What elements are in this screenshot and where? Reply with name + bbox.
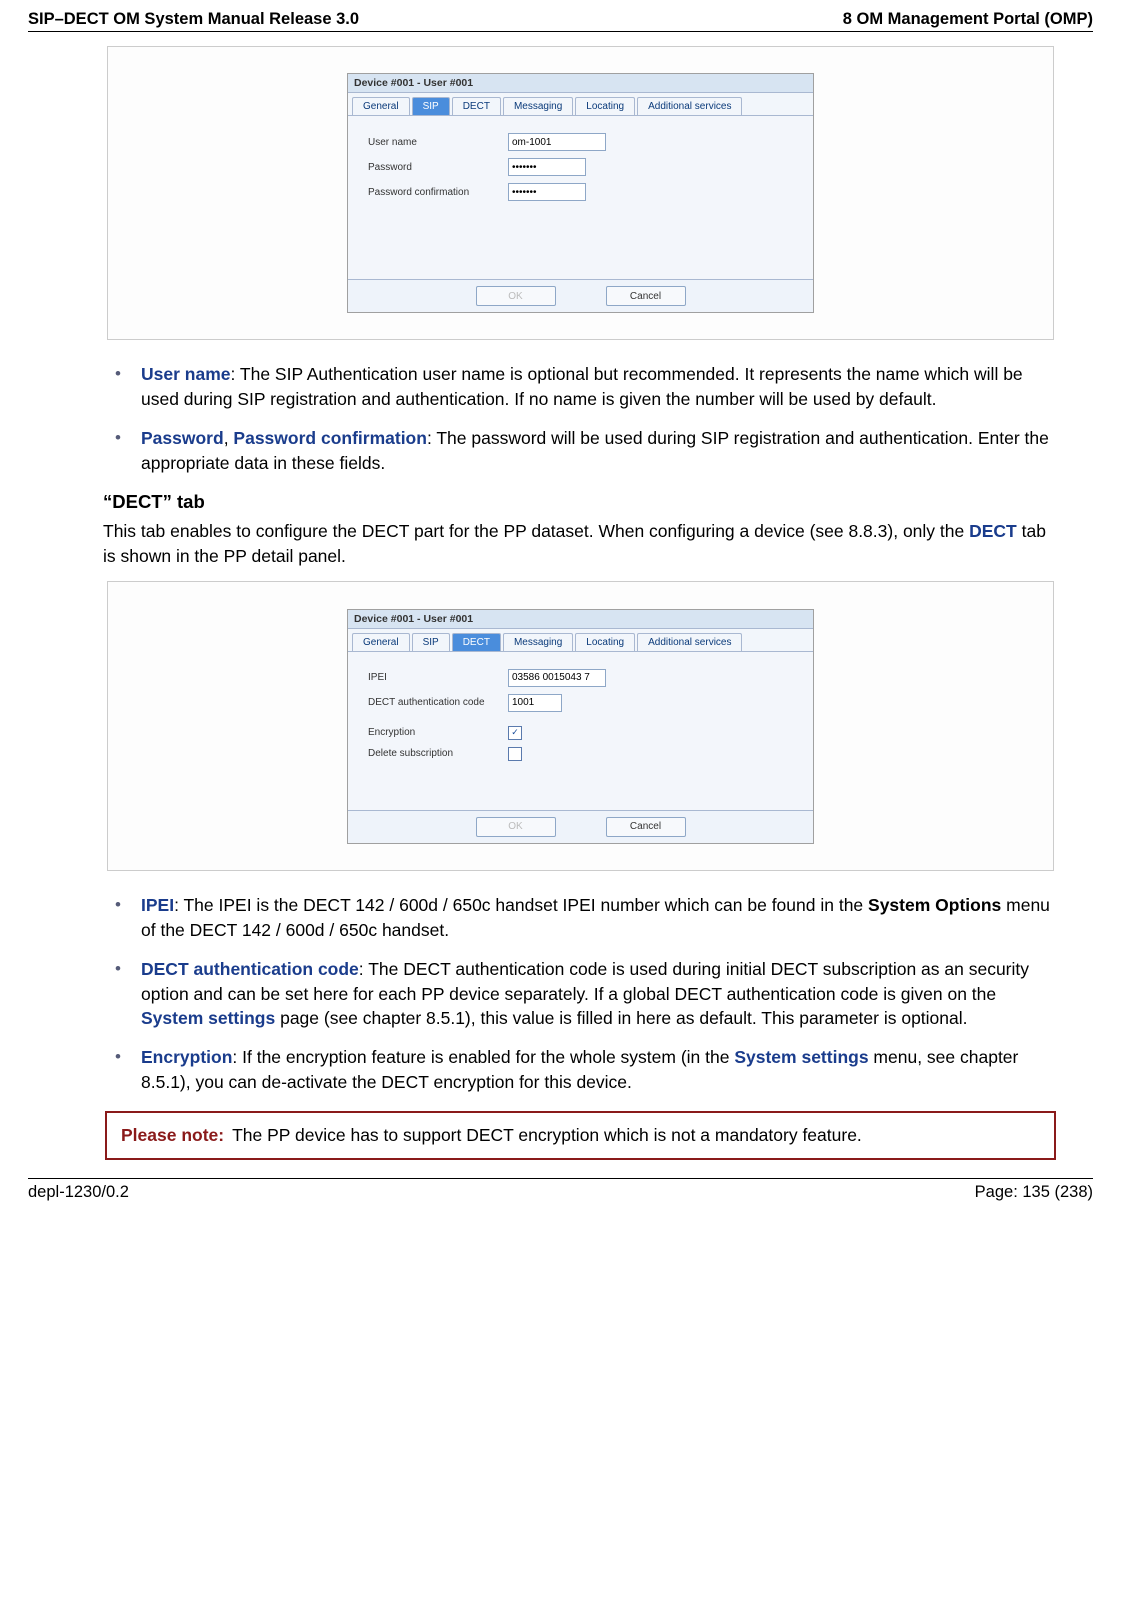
- device-user-dialog-dect: Device #001 - User #001 General SIP DECT…: [347, 609, 814, 844]
- note-label: Please note:: [121, 1123, 224, 1148]
- page-footer: depl-1230/0.2 Page: 135 (238): [28, 1183, 1093, 1212]
- tab-sip[interactable]: SIP: [412, 633, 450, 651]
- dect-link: DECT: [969, 521, 1017, 541]
- bullet-ipei: IPEI: The IPEI is the DECT 142 / 600d / …: [103, 893, 1058, 943]
- sip-bullet-list: User name: The SIP Authentication user n…: [103, 362, 1058, 475]
- tab-messaging[interactable]: Messaging: [503, 97, 573, 115]
- dect-auth-input[interactable]: [508, 694, 562, 712]
- header-left: SIP–DECT OM System Manual Release 3.0: [28, 10, 359, 29]
- cancel-button[interactable]: Cancel: [606, 817, 686, 837]
- dect-tab-heading: “DECT” tab: [103, 491, 1058, 513]
- tab-messaging[interactable]: Messaging: [503, 633, 573, 651]
- term-dect-auth: DECT authentication code: [141, 959, 359, 979]
- dect-auth-label: DECT authentication code: [368, 697, 508, 708]
- delete-subscription-label: Delete subscription: [368, 748, 508, 760]
- tab-dect[interactable]: DECT: [452, 97, 501, 115]
- row-dect-auth: DECT authentication code: [368, 694, 799, 712]
- device-user-dialog-sip: Device #001 - User #001 General SIP DECT…: [347, 73, 814, 313]
- dect-para-a: This tab enables to configure the DECT p…: [103, 521, 969, 541]
- dialog-body: IPEI DECT authentication code Encryption…: [348, 652, 813, 810]
- dect-dialog-screenshot: Device #001 - User #001 General SIP DECT…: [107, 581, 1054, 871]
- row-delete-subscription: Delete subscription: [368, 747, 799, 761]
- encryption-checkbox[interactable]: ✓: [508, 726, 522, 740]
- dect-tab-paragraph: This tab enables to configure the DECT p…: [103, 519, 1058, 569]
- term-encryption: Encryption: [141, 1047, 232, 1067]
- password-input[interactable]: [508, 158, 586, 176]
- encryption-link: System settings: [734, 1047, 868, 1067]
- sep: ,: [224, 428, 234, 448]
- ipei-label: IPEI: [368, 672, 508, 683]
- bullet-username: User name: The SIP Authentication user n…: [103, 362, 1058, 412]
- username-label: User name: [368, 137, 508, 148]
- ipei-input[interactable]: [508, 669, 606, 687]
- dialog-body: User name Password Password confirmation: [348, 116, 813, 279]
- term-password: Password: [141, 428, 224, 448]
- bullet-password: Password, Password confirmation: The pas…: [103, 426, 1058, 476]
- dialog-button-bar: OK Cancel: [348, 810, 813, 843]
- tab-dect[interactable]: DECT: [452, 633, 501, 651]
- bullet-encryption: Encryption: If the encryption feature is…: [103, 1045, 1058, 1095]
- tab-additional[interactable]: Additional services: [637, 97, 742, 115]
- dialog-title: Device #001 - User #001: [348, 74, 813, 93]
- term-password-confirm: Password confirmation: [233, 428, 427, 448]
- row-password: Password: [368, 158, 799, 176]
- cancel-button[interactable]: Cancel: [606, 286, 686, 306]
- footer-rule: [28, 1178, 1093, 1179]
- dialog-title: Device #001 - User #001: [348, 610, 813, 629]
- footer-right: Page: 135 (238): [975, 1183, 1093, 1202]
- tab-general[interactable]: General: [352, 97, 410, 115]
- password-label: Password: [368, 162, 508, 173]
- text-username: : The SIP Authentication user name is op…: [141, 364, 1023, 409]
- ipei-bold: System Options: [868, 895, 1001, 915]
- ok-button[interactable]: OK: [476, 817, 556, 837]
- ipei-text-a: : The IPEI is the DECT 142 / 600d / 650c…: [174, 895, 868, 915]
- row-ipei: IPEI: [368, 669, 799, 687]
- term-ipei: IPEI: [141, 895, 174, 915]
- dialog-tabs: General SIP DECT Messaging Locating Addi…: [348, 93, 813, 116]
- tab-additional[interactable]: Additional services: [637, 633, 742, 651]
- dect-auth-link: System settings: [141, 1008, 275, 1028]
- tab-locating[interactable]: Locating: [575, 97, 635, 115]
- encryption-label: Encryption: [368, 727, 508, 738]
- sip-dialog-screenshot: Device #001 - User #001 General SIP DECT…: [107, 46, 1054, 340]
- header-right: 8 OM Management Portal (OMP): [843, 10, 1093, 29]
- dialog-button-bar: OK Cancel: [348, 279, 813, 312]
- term-username: User name: [141, 364, 231, 384]
- footer-left: depl-1230/0.2: [28, 1183, 129, 1202]
- page-header: SIP–DECT OM System Manual Release 3.0 8 …: [28, 10, 1093, 29]
- row-password-confirm: Password confirmation: [368, 183, 799, 201]
- bullet-dect-auth: DECT authentication code: The DECT authe…: [103, 957, 1058, 1032]
- encryption-text-a: : If the encryption feature is enabled f…: [232, 1047, 734, 1067]
- header-rule: [28, 31, 1093, 32]
- ok-button[interactable]: OK: [476, 286, 556, 306]
- dialog-tabs: General SIP DECT Messaging Locating Addi…: [348, 629, 813, 652]
- password-confirm-label: Password confirmation: [368, 187, 508, 198]
- row-encryption: Encryption ✓: [368, 726, 799, 740]
- note-text: The PP device has to support DECT encryp…: [232, 1123, 862, 1148]
- username-input[interactable]: [508, 133, 606, 151]
- tab-sip[interactable]: SIP: [412, 97, 450, 115]
- password-confirm-input[interactable]: [508, 183, 586, 201]
- dect-auth-text-b: page (see chapter 8.5.1), this value is …: [275, 1008, 967, 1028]
- row-username: User name: [368, 133, 799, 151]
- tab-general[interactable]: General: [352, 633, 410, 651]
- tab-locating[interactable]: Locating: [575, 633, 635, 651]
- dect-bullet-list: IPEI: The IPEI is the DECT 142 / 600d / …: [103, 893, 1058, 1095]
- delete-subscription-checkbox[interactable]: [508, 747, 522, 761]
- please-note-box: Please note: The PP device has to suppor…: [105, 1111, 1056, 1160]
